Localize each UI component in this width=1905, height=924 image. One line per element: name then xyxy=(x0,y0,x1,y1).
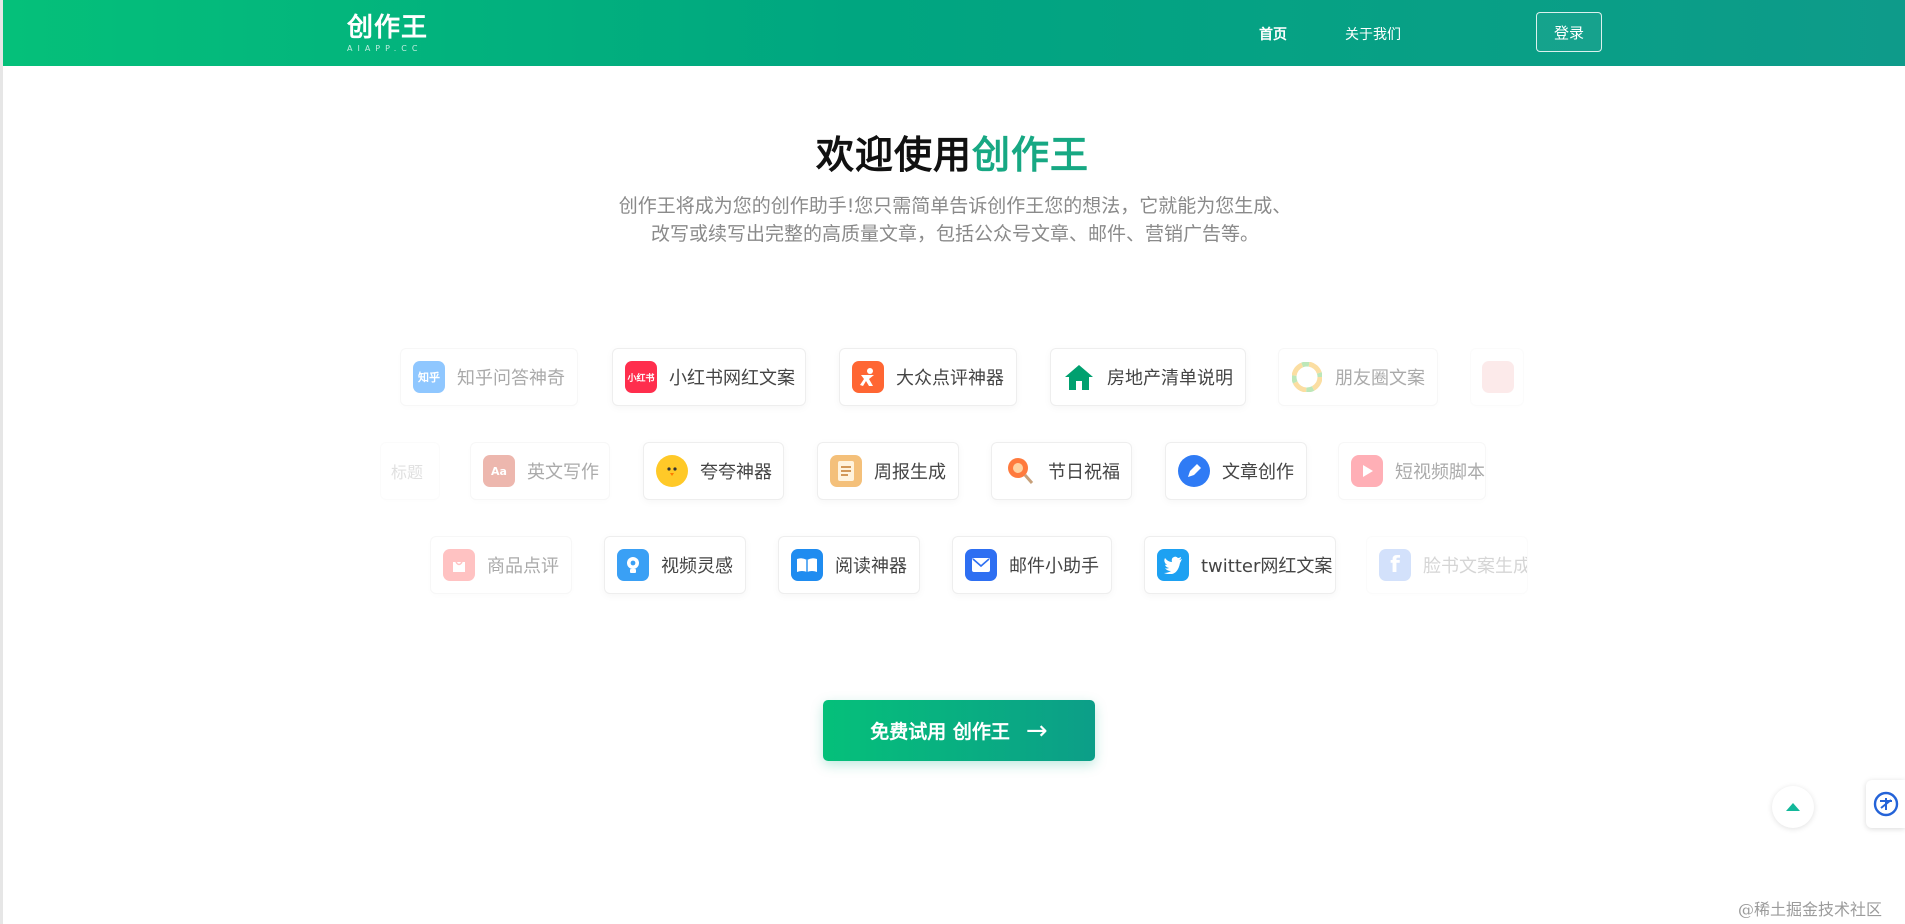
tool-card-label: 视频灵感 xyxy=(661,556,733,577)
tool-card-label: 周报生成 xyxy=(874,462,946,483)
tool-card-label: 节日祝福 xyxy=(1048,462,1120,483)
tool-card-facebook[interactable]: f 脸书文案生成 xyxy=(1366,536,1528,594)
tool-card-label: 脸书文案生成 xyxy=(1423,556,1528,577)
tool-card-reading[interactable]: 阅读神器 xyxy=(778,536,920,594)
tool-card-label: 知乎问答神奇 xyxy=(457,368,565,389)
arrow-right-icon: → xyxy=(1025,715,1048,746)
tool-card-grid: 知乎 知乎问答神奇 小红书 小红书网红文案 大众点评神器 房地产清单说明 朋友圈… xyxy=(0,0,1905,924)
tool-card-holiday-wishes[interactable]: 节日祝福 xyxy=(991,442,1132,500)
chick-icon xyxy=(656,455,688,487)
flower-icon xyxy=(1482,361,1514,393)
bulb-icon xyxy=(617,549,649,581)
back-to-top-button[interactable] xyxy=(1772,786,1814,828)
tool-card-twitter[interactable]: twitter网红文案 xyxy=(1144,536,1336,594)
triangle-up-icon xyxy=(1786,803,1800,811)
tool-card-xiaohongshu[interactable]: 小红书 小红书网红文案 xyxy=(612,348,806,406)
tool-card-praise[interactable]: 夸夸神器 xyxy=(643,442,784,500)
lollipop-icon xyxy=(1004,455,1036,487)
tool-card-zhihu[interactable]: 知乎 知乎问答神奇 xyxy=(400,348,578,406)
open-book-icon xyxy=(791,549,823,581)
tool-card-label: 邮件小助手 xyxy=(1009,556,1099,577)
tool-card-video-inspiration[interactable]: 视频灵感 xyxy=(604,536,746,594)
tool-card-label: 夸夸神器 xyxy=(700,462,772,483)
tool-card-label: 阅读神器 xyxy=(835,556,907,577)
tool-card-partial[interactable] xyxy=(1470,348,1524,406)
free-trial-button[interactable]: 免费试用 创作王 → xyxy=(823,700,1095,761)
book-icon: Aa xyxy=(483,455,515,487)
tool-card-short-video[interactable]: 短视频脚本 xyxy=(1338,442,1486,500)
tool-card-email-assistant[interactable]: 邮件小助手 xyxy=(952,536,1112,594)
tool-card-moments[interactable]: 朋友圈文案 xyxy=(1278,348,1438,406)
watermark: @稀土掘金技术社区 xyxy=(1738,900,1883,919)
tool-card-label: 标题 xyxy=(391,463,424,482)
xiaohongshu-icon: 小红书 xyxy=(625,361,657,393)
house-icon xyxy=(1063,361,1095,393)
tool-card-english-writing[interactable]: Aa 英文写作 xyxy=(470,442,610,500)
twitter-icon xyxy=(1157,549,1189,581)
tool-card-label: 商品点评 xyxy=(487,556,559,577)
dianping-icon xyxy=(852,361,884,393)
tool-card-weekly-report[interactable]: 周报生成 xyxy=(817,442,959,500)
facebook-icon: f xyxy=(1379,549,1411,581)
tool-card-dianping[interactable]: 大众点评神器 xyxy=(839,348,1017,406)
tool-card-real-estate[interactable]: 房地产清单说明 xyxy=(1050,348,1246,406)
tool-card-label: 朋友圈文案 xyxy=(1335,368,1425,389)
translate-icon xyxy=(1873,791,1898,817)
tool-card-label: 文章创作 xyxy=(1222,462,1294,483)
aperture-icon xyxy=(1291,361,1323,393)
play-icon xyxy=(1351,455,1383,487)
zhihu-icon: 知乎 xyxy=(413,361,445,393)
bag-icon xyxy=(443,549,475,581)
tool-card-product-review[interactable]: 商品点评 xyxy=(430,536,572,594)
tool-card-label: 房地产清单说明 xyxy=(1107,368,1233,389)
mail-icon xyxy=(965,549,997,581)
pen-icon xyxy=(1178,455,1210,487)
tool-card-label: 大众点评神器 xyxy=(896,368,1004,389)
notepad-icon xyxy=(830,455,862,487)
tool-card-label: 英文写作 xyxy=(527,462,599,483)
tool-card-label: twitter网红文案 xyxy=(1201,556,1333,577)
cta-label: 免费试用 创作王 xyxy=(870,721,1010,743)
tool-card-article-writing[interactable]: 文章创作 xyxy=(1165,442,1307,500)
tool-card-partial[interactable]: 标题 xyxy=(380,442,440,500)
tool-card-label: 短视频脚本 xyxy=(1395,462,1485,483)
tool-card-label: 小红书网红文案 xyxy=(669,368,795,389)
side-widget-button[interactable] xyxy=(1866,780,1905,828)
